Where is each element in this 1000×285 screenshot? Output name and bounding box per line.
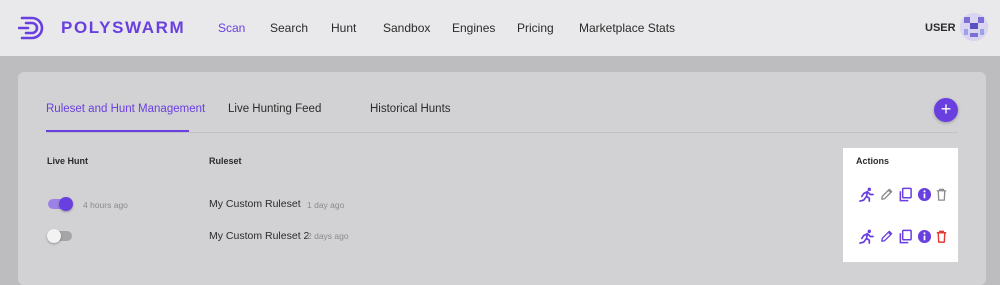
nav-hunt[interactable]: Hunt [331, 21, 356, 35]
copy-icon[interactable] [898, 187, 913, 202]
live-hunt-toggle[interactable] [48, 197, 73, 211]
info-icon[interactable] [917, 187, 932, 202]
tabs-divider [46, 132, 958, 133]
nav-pricing[interactable]: Pricing [517, 21, 554, 35]
run-hunt-icon[interactable] [859, 229, 874, 244]
ruleset-name[interactable]: My Custom Ruleset 2 [209, 230, 309, 242]
run-hunt-icon[interactable] [859, 187, 874, 202]
info-icon[interactable] [917, 229, 932, 244]
column-header-live-hunt: Live Hunt [47, 156, 89, 166]
delete-icon[interactable] [934, 229, 949, 244]
nav-scan[interactable]: Scan [218, 21, 245, 35]
column-header-actions: Actions [856, 156, 890, 166]
avatar-pattern-icon [960, 13, 988, 41]
nav-sandbox[interactable]: Sandbox [383, 21, 430, 35]
edit-icon[interactable] [879, 187, 894, 202]
delete-icon[interactable] [934, 187, 949, 202]
live-hunt-time: 4 hours ago [83, 200, 128, 210]
add-ruleset-button[interactable]: + [934, 98, 958, 122]
toggle-knob [59, 197, 73, 211]
tab-live-hunting-feed[interactable]: Live Hunting Feed [228, 103, 321, 115]
user-menu-label[interactable]: USER [925, 22, 956, 34]
nav-engines[interactable]: Engines [452, 21, 495, 35]
column-header-ruleset: Ruleset [209, 156, 242, 166]
avatar[interactable] [960, 13, 988, 41]
tab-historical-hunts[interactable]: Historical Hunts [370, 103, 451, 115]
ruleset-time: 1 day ago [307, 200, 345, 210]
edit-icon[interactable] [879, 229, 894, 244]
top-nav-bar: POLYSWARM Scan Search Hunt Sandbox Engin… [0, 0, 1000, 56]
live-hunt-toggle[interactable] [47, 229, 72, 243]
copy-icon[interactable] [898, 229, 913, 244]
ruleset-time: 2 days ago [307, 231, 349, 241]
brand-name[interactable]: POLYSWARM [61, 18, 185, 38]
nav-search[interactable]: Search [270, 21, 308, 35]
toggle-knob [47, 229, 61, 243]
ruleset-name[interactable]: My Custom Ruleset [209, 198, 301, 210]
tab-ruleset-and-hunt-management[interactable]: Ruleset and Hunt Management [46, 103, 205, 115]
polyswarm-logo-icon[interactable] [18, 13, 48, 43]
nav-marketplace-stats[interactable]: Marketplace Stats [579, 21, 675, 35]
